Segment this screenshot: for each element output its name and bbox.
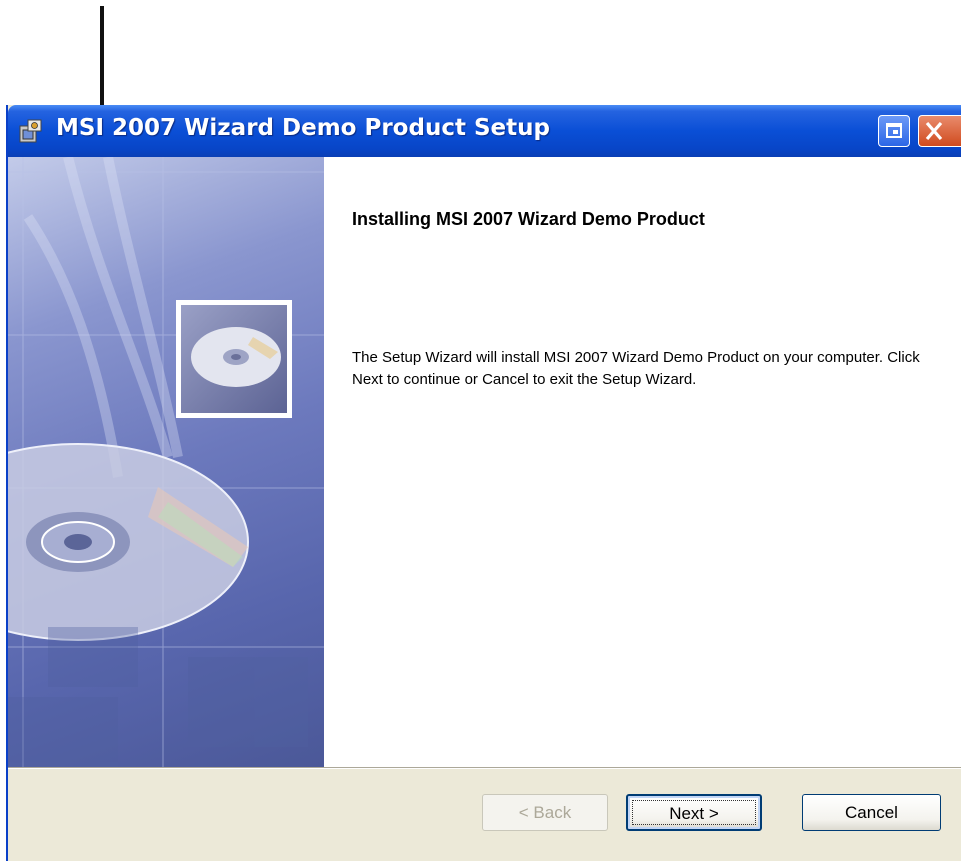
wizard-content-panel: Installing MSI 2007 Wizard Demo Product …	[324, 157, 961, 767]
page-title: Installing MSI 2007 Wizard Demo Product	[352, 209, 705, 229]
focus-rectangle	[632, 800, 756, 825]
cancel-button[interactable]: Cancel	[802, 794, 941, 831]
restore-button[interactable]	[878, 115, 910, 147]
cancel-button-label: Cancel	[845, 803, 898, 822]
cd-artwork-icon	[8, 157, 324, 767]
description-text: The Setup Wizard will install MSI 2007 W…	[352, 349, 920, 388]
close-icon	[925, 121, 943, 141]
installer-icon	[19, 119, 42, 143]
next-button[interactable]: Next >	[626, 794, 762, 831]
title-bar[interactable]: MSI 2007 Wizard Demo Product Setup	[8, 105, 961, 157]
screenshot-stage: MSI 2007 Wizard Demo Product Setup Insta…	[0, 0, 961, 861]
footer-divider	[8, 767, 961, 769]
window-title: MSI 2007 Wizard Demo Product Setup	[56, 115, 550, 141]
restore-icon	[886, 123, 902, 138]
wizard-banner-image	[8, 157, 324, 767]
close-button[interactable]	[918, 115, 961, 147]
back-button[interactable]: < Back	[482, 794, 608, 831]
back-button-label: < Back	[518, 803, 572, 822]
setup-wizard-window: MSI 2007 Wizard Demo Product Setup Insta…	[6, 105, 961, 861]
